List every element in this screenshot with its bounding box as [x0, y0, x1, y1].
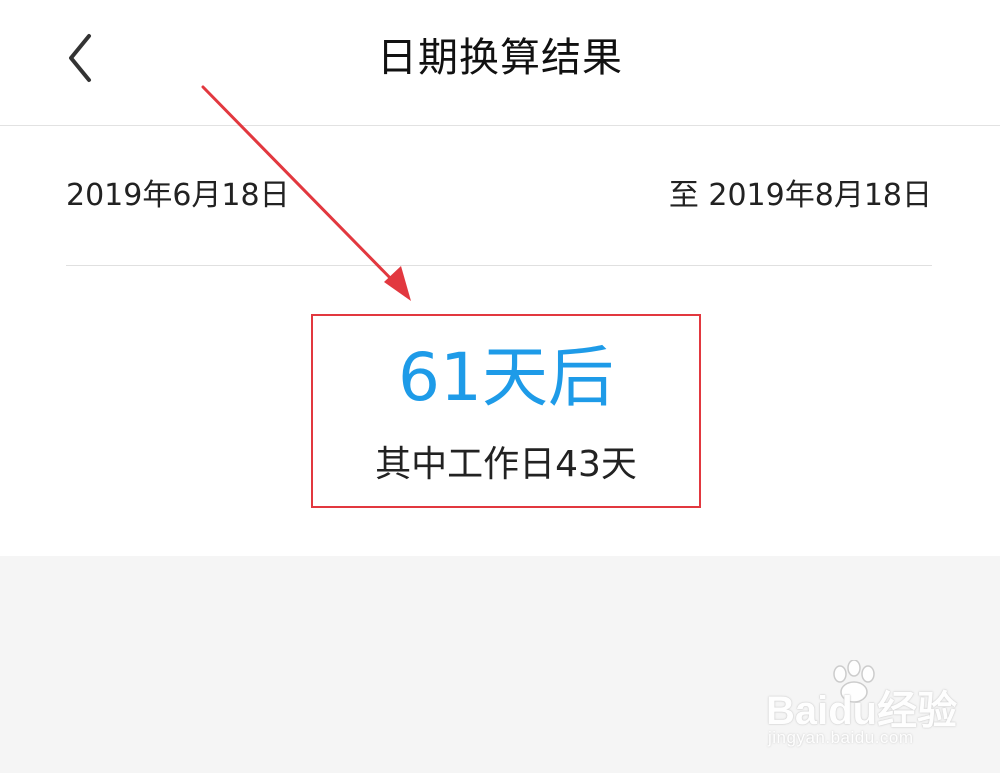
start-date: 2019年6月18日	[66, 178, 290, 213]
result-card: 2019年6月18日 至 2019年8月18日 61天后 其中工作日43天	[0, 126, 1000, 556]
date-range-row: 2019年6月18日 至 2019年8月18日	[66, 174, 932, 218]
app-header: 日期换算结果	[0, 0, 1000, 126]
workdays-result: 其中工作日43天	[375, 444, 637, 485]
days-result: 61天后	[398, 339, 614, 416]
result-highlight-box: 61天后 其中工作日43天	[311, 314, 701, 508]
page-title: 日期换算结果	[377, 35, 623, 81]
end-date: 至 2019年8月18日	[668, 178, 932, 213]
baidu-jingyan-watermark: Baidu经验 jingyan.baidu.com	[762, 660, 962, 760]
watermark-url: jingyan.baidu.com	[768, 728, 914, 747]
divider	[66, 265, 932, 266]
